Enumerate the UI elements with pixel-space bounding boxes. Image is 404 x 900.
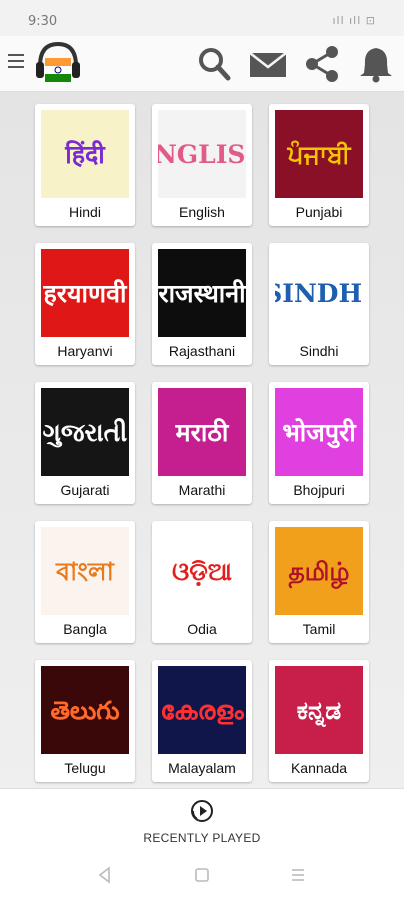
language-thumbnail: ଓଡ଼ିଆ	[158, 527, 246, 615]
status-signal: ıll ıll ⊡	[332, 14, 376, 27]
language-label: Odia	[187, 621, 217, 637]
india-flag-headphones-icon	[30, 40, 86, 90]
language-tile-sindhi[interactable]: SINDHI Sindhi	[269, 243, 369, 365]
language-thumbnail: കേരളം	[158, 666, 246, 754]
language-tile-malayalam[interactable]: കേരളം Malayalam	[152, 660, 252, 782]
language-thumbnail: मराठी	[158, 388, 246, 476]
language-label: Bangla	[63, 621, 107, 637]
search-icon[interactable]	[194, 44, 234, 84]
recently-played-label: RECENTLY PLAYED	[143, 831, 261, 845]
script-text: ಕನ್ನಡ	[296, 695, 342, 725]
script-text: ગુજરાતી	[42, 417, 128, 447]
language-thumbnail: ગુજરાતી	[41, 388, 129, 476]
language-thumbnail: ਪੰਜਾਬੀ	[275, 110, 363, 198]
recents-icon[interactable]	[288, 865, 308, 885]
script-text: हिंदी	[65, 139, 105, 169]
script-text: SINDHI	[275, 278, 363, 308]
share-icon[interactable]	[302, 44, 342, 84]
mail-icon[interactable]	[248, 44, 288, 84]
system-nav-bar	[0, 865, 404, 889]
language-thumbnail: ENGLISH	[158, 110, 246, 198]
language-tile-tamil[interactable]: தமிழ் Tamil	[269, 521, 369, 643]
language-label: Tamil	[302, 621, 336, 637]
language-tile-rajasthani[interactable]: राजस्थानी Rajasthani	[152, 243, 252, 365]
home-icon[interactable]	[192, 865, 212, 885]
language-thumbnail: বাংলা	[41, 527, 129, 615]
script-text: हरयाणवी	[43, 278, 127, 308]
language-label: Hindi	[69, 204, 101, 220]
script-text: বাংলা	[56, 556, 114, 586]
language-label: Telugu	[64, 760, 106, 776]
script-text: తెలుగు	[50, 695, 120, 725]
script-text: കേരളം	[160, 695, 244, 725]
language-label: English	[179, 204, 225, 220]
language-tile-marathi[interactable]: मराठी Marathi	[152, 382, 252, 504]
hamburger-icon[interactable]	[8, 54, 24, 72]
status-bar: 9:30 ıll ıll ⊡	[0, 0, 404, 36]
script-text: राजस्थानी	[158, 278, 246, 308]
language-label: Marathi	[178, 482, 226, 498]
script-text: ENGLISH	[158, 139, 246, 169]
language-label: Gujarati	[60, 482, 110, 498]
language-thumbnail: ಕನ್ನಡ	[275, 666, 363, 754]
language-tile-gujarati[interactable]: ગુજરાતી Gujarati	[35, 382, 135, 504]
language-tile-bhojpuri[interactable]: भोजपुरी Bhojpuri	[269, 382, 369, 504]
language-tile-telugu[interactable]: తెలుగు Telugu	[35, 660, 135, 782]
language-thumbnail: राजस्थानी	[158, 249, 246, 337]
bottom-bar: RECENTLY PLAYED	[0, 788, 404, 900]
language-tile-hindi[interactable]: हिंदी Hindi	[35, 104, 135, 226]
language-label: Kannada	[290, 760, 348, 776]
language-tile-haryanvi[interactable]: हरयाणवी Haryanvi	[35, 243, 135, 365]
script-text: मराठी	[175, 417, 229, 447]
language-thumbnail: हिंदी	[41, 110, 129, 198]
script-text: ਪੰਜਾਬੀ	[287, 139, 351, 169]
language-thumbnail: भोजपुरी	[275, 388, 363, 476]
script-text: தமிழ்	[288, 556, 350, 586]
language-tile-punjabi[interactable]: ਪੰਜਾਬੀ Punjabi	[269, 104, 369, 226]
language-tile-kannada[interactable]: ಕನ್ನಡ Kannada	[269, 660, 369, 782]
script-text: भोजपुरी	[282, 417, 356, 447]
language-label: Rajasthani	[168, 343, 236, 359]
language-label: Punjabi	[295, 204, 343, 220]
language-grid: हिंदी Hindi ENGLISH English ਪੰਜਾਬੀ Punja…	[0, 92, 404, 788]
language-tile-odia[interactable]: ଓଡ଼ିଆ Odia	[152, 521, 252, 643]
back-icon[interactable]	[95, 865, 115, 885]
bell-icon[interactable]	[356, 44, 396, 84]
recently-played-button[interactable]: RECENTLY PLAYED	[0, 799, 404, 845]
language-thumbnail: தமிழ்	[275, 527, 363, 615]
language-thumbnail: తెలుగు	[41, 666, 129, 754]
language-label: Malayalam	[168, 760, 236, 776]
language-tile-bangla[interactable]: বাংলা Bangla	[35, 521, 135, 643]
language-thumbnail: हरयाणवी	[41, 249, 129, 337]
language-label: Sindhi	[299, 343, 339, 359]
play-circle-icon	[190, 799, 214, 823]
app-bar	[0, 36, 404, 92]
language-thumbnail: SINDHI	[275, 249, 363, 337]
language-tile-english[interactable]: ENGLISH English	[152, 104, 252, 226]
language-label: Bhojpuri	[293, 482, 345, 498]
script-text: ଓଡ଼ିଆ	[172, 556, 232, 586]
language-label: Haryanvi	[57, 343, 113, 359]
status-time: 9:30	[28, 14, 58, 29]
